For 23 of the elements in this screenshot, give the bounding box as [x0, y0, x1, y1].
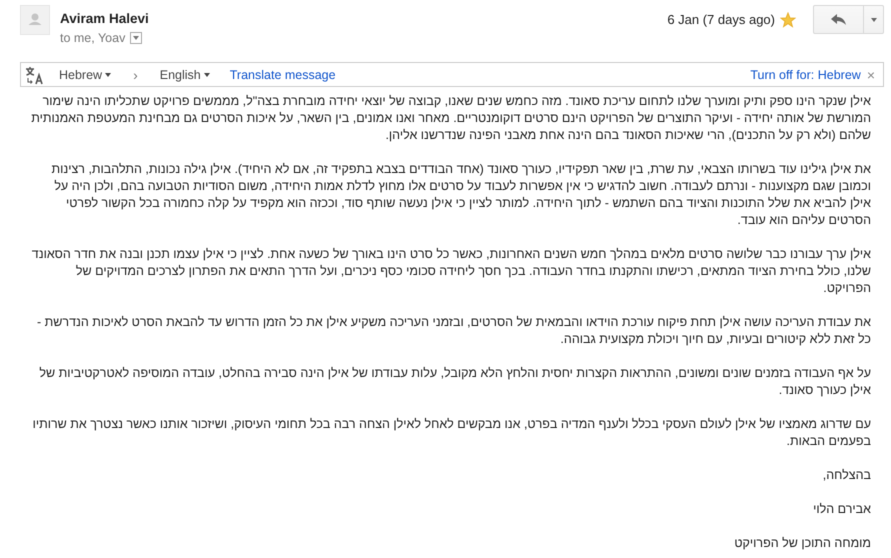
- paragraph: אבירם הלוי: [812, 501, 871, 518]
- paragraph: עם שדרוג מאמציו של אילן לעולם העסקי בכלל ולענף המדיה בפרט, אנו מבקשים לאחל לאילן הצחה רבה בכל תחומי העיסוק, ושיזכור אותנו כאשר נצטרך את שרותיו בפעמים הבאות.: [32, 416, 871, 450]
- details-dropdown-icon[interactable]: [130, 32, 142, 44]
- reply-arrow-icon: [830, 14, 846, 26]
- recipients: to me, Yoav: [60, 31, 126, 45]
- target-language-dropdown[interactable]: English: [160, 68, 210, 82]
- star-icon[interactable]: [780, 12, 796, 28]
- paragraph: על אף העבודה בזמנים שונים ומשונים, ההתראות הקצרות יחסית והלחץ הלא מקובל, עלות עבודתו של אילן הינה סבירה בהחלט, עובדה המוסיפה לאטרקטיביות של אילן כעורך סאונד.: [38, 365, 871, 399]
- turn-off-link[interactable]: Turn off for: Hebrew: [750, 68, 861, 82]
- avatar: [20, 5, 50, 35]
- paragraph: את אילן גילינו עוד בשרותו הצבאי, עת שרת, בין שאר תפקידיו, כעורך סאונד (אחד הבודדים בצבא בתפקיד זה, אם לא היחיד). אילן גילה נכונות, התלהבות, רצינות וכמובן שגם מקצוענות - ונרתם לעבודה. חשוב להדגיש כי אין אפשרות לעבוד על סרטים אלו מחוץ לדלת אמות היחידה, משום הסודיות הטבועה בהם, ולכן היה על אילן להביא את שלל התוכנות והציוד בהם השתמש - לתוך היחידה. למותר לציין כי אילן נעשה שותף סוד, וככזה הוא מקפיד על קלה כחמורה בכל הקשור לפרטי הסרטים עליהם הוא עובד.: [50, 161, 871, 229]
- paragraph: את עבודת העריכה עושה אילן תחת פיקוח עורכת הוידאו והבמאית של הסרטים, ובזמני העריכה משקיע אילן את כל הזמן הדרוש עד להבאת הסרט לאיכות הנדרשת - כל זאת ללא קיטורים ובעיות, עם חיוך ויכולת מקצועית גבוהה.: [36, 314, 871, 348]
- translate-icon: [25, 64, 45, 84]
- source-language-dropdown[interactable]: Hebrew: [59, 68, 112, 82]
- close-button[interactable]: ×: [866, 66, 875, 82]
- message-date: 6 Jan (7 days ago): [667, 12, 775, 27]
- paragraph: מומחה התוכן של הפרויקט: [733, 535, 871, 552]
- sender-name: Aviram Halevi: [60, 11, 149, 26]
- paragraph: אילן ערך עבורנו כבר שלושה סרטים מלאים במהלך חמש השנים האחרונות, כאשר כל סרט הינו באורך של כשעה אחת. לציין כי אילן עצמו תכנן ובנה את חדר הסאונד שלנו, כולל בחירת הציוד המתאים, רכישתו והתקנתו בחדר העבודה. בכך חסך ליחידה סכומי כסף ניכרים, ועל הדרך התאים את הפתרון לצרכים המדויקים של הפרויקט.: [30, 246, 871, 297]
- paragraph: בהצלחה,: [822, 467, 871, 484]
- arrow-separator: ›: [133, 66, 138, 82]
- translate-message-link[interactable]: Translate message: [230, 68, 336, 82]
- paragraph: אילן שנקר הינו ספק ותיק ומוערך שלנו לתחום עריכת סאונד. מזה כחמש שנים שאנו, קבוצה של יוצאי יחידה מובחרת בצה"ל, מממשים פרויקט שתכליתו הינה שימור המורשת של אותה יחידה - ועיקר התוצרים של הפרויקט הינם סרטים דוקומנטריים. מאחר ואנו אמונים, בין השאר, על איכות הסרטים גם מבחינת המעטפת האמנותית שלהם (ולא רק על התכנים), הרי שאיכות הסאונד בהם הינה אחת מאבני הפינה שנדרשנו אליהן.: [30, 93, 871, 144]
